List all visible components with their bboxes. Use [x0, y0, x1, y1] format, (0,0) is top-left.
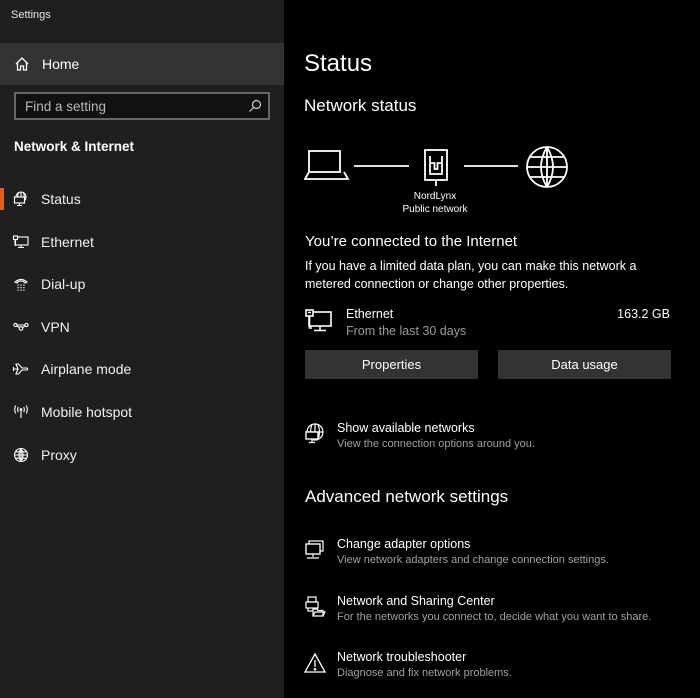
sidebar: Settings Home Network & Internet Status — [0, 0, 284, 698]
hotspot-icon — [12, 404, 30, 420]
link-description: Diagnose and fix network problems. — [337, 667, 512, 679]
data-usage-row: Ethernet From the last 30 days 163.2 GB — [304, 304, 670, 344]
link-title: Change adapter options — [337, 537, 471, 551]
main-content: Status Network status NordLynx Public ne… — [284, 0, 700, 698]
link-description: View network adapters and change connect… — [337, 554, 609, 566]
connection-status-title: You’re connected to the Internet — [305, 233, 518, 250]
sidebar-item-label: Dial-up — [41, 276, 86, 292]
sidebar-item-label: Mobile hotspot — [41, 404, 133, 420]
properties-button[interactable]: Properties — [305, 350, 478, 379]
network-name: NordLynx — [413, 191, 457, 202]
home-icon — [14, 56, 30, 72]
ethernet-icon — [12, 234, 30, 250]
router-icon — [424, 149, 448, 186]
adapter-icon — [304, 539, 326, 561]
sidebar-item-mobile-hotspot[interactable]: Mobile hotspot — [0, 392, 284, 432]
section-title: Network & Internet — [14, 139, 135, 154]
adapter-name: Ethernet — [346, 307, 394, 321]
globe-icon — [12, 447, 30, 463]
airplane-icon — [12, 361, 30, 377]
home-button[interactable]: Home — [0, 43, 284, 85]
sidebar-item-vpn[interactable]: VPN — [0, 307, 284, 347]
sidebar-item-airplane-mode[interactable]: Airplane mode — [0, 349, 284, 389]
network-status-heading: Network status — [304, 96, 417, 115]
search-box[interactable] — [14, 92, 270, 120]
network-globe-icon — [304, 423, 326, 445]
app-title: Settings — [11, 9, 51, 21]
page-title: Status — [304, 50, 373, 77]
network-sharing-center-link[interactable]: Network and Sharing Center For the netwo… — [304, 594, 694, 634]
advanced-settings-heading: Advanced network settings — [305, 487, 509, 506]
home-label: Home — [42, 56, 80, 72]
sidebar-item-label: Ethernet — [41, 234, 94, 250]
network-type: Public network — [402, 204, 468, 215]
change-adapter-options-link[interactable]: Change adapter options View network adap… — [304, 537, 694, 577]
laptop-icon — [304, 150, 350, 180]
sidebar-item-status[interactable]: Status — [0, 179, 284, 219]
sidebar-item-dial-up[interactable]: Dial-up — [0, 264, 284, 304]
usage-amount: 163.2 GB — [617, 307, 670, 321]
network-diagram: NordLynx Public network — [304, 142, 574, 222]
network-troubleshooter-link[interactable]: Network troubleshooter Diagnose and fix … — [303, 650, 694, 690]
selected-indicator — [0, 188, 4, 210]
sidebar-item-label: Status — [41, 191, 81, 207]
sharing-center-icon — [304, 596, 326, 618]
link-title: Show available networks — [337, 421, 475, 435]
sidebar-item-label: Proxy — [41, 447, 77, 463]
sidebar-item-label: Airplane mode — [41, 361, 132, 377]
link-description: For the networks you connect to, decide … — [337, 611, 652, 623]
search-icon[interactable] — [248, 99, 262, 113]
connection-status-description: If you have a limited data plan, you can… — [305, 259, 637, 291]
link-title: Network troubleshooter — [337, 650, 467, 664]
data-usage-button[interactable]: Data usage — [498, 350, 671, 379]
warning-icon — [303, 652, 327, 674]
usage-period: From the last 30 days — [346, 324, 467, 338]
dialup-icon — [12, 276, 30, 292]
link-description: View the connection options around you. — [337, 438, 535, 450]
ethernet-icon — [304, 308, 336, 334]
status-icon — [12, 191, 30, 207]
search-input[interactable] — [16, 94, 242, 118]
sidebar-item-label: VPN — [41, 319, 70, 335]
sidebar-item-proxy[interactable]: Proxy — [0, 435, 284, 475]
show-available-networks-link[interactable]: Show available networks View the connect… — [304, 421, 694, 461]
globe-icon — [526, 146, 568, 188]
sidebar-item-ethernet[interactable]: Ethernet — [0, 222, 284, 262]
link-title: Network and Sharing Center — [337, 594, 495, 608]
vpn-icon — [12, 319, 30, 335]
